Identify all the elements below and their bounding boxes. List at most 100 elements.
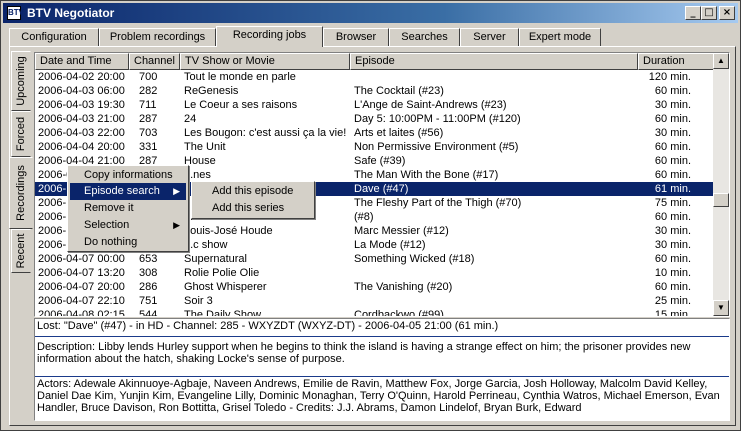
- table-cell: 700: [139, 71, 158, 83]
- table-cell: 61 min.: [654, 183, 691, 195]
- table-cell: 2006-04-07 22:10: [38, 295, 125, 307]
- table-cell: 2006-04-03 22:00: [38, 127, 125, 139]
- table-row[interactable]: 2006-04-07 00:00 653 Supernatural Something…: [35, 252, 713, 266]
- table-cell: 30 min.: [654, 99, 691, 111]
- table-row[interactable]: 2006-04-08 02:15 544 The Daily Show Cordbac…: [35, 308, 713, 317]
- table-row[interactable]: 2006-04-07 22:10 751 Soir 3 25 min.: [35, 294, 713, 308]
- table-cell: Ghost Whisperer: [184, 281, 267, 293]
- table-cell: Day 5: 10:00PM - 11:00PM (#120): [354, 113, 521, 125]
- table-cell: 75 min.: [654, 197, 691, 209]
- column-header-channel[interactable]: Channel: [129, 53, 180, 70]
- table-cell: The Cocktail (#23): [354, 85, 444, 97]
- details-pane: Lost: "Dave" (#47) - in HD - Channel: 28…: [34, 318, 730, 421]
- table-cell: 60 min.: [654, 113, 691, 125]
- table-row[interactable]: 2006-04-03 22:00 703 Les Bougon: c'est aus…: [35, 126, 713, 140]
- table-cell: 711: [139, 99, 157, 111]
- table-cell: 25 min.: [654, 295, 691, 307]
- column-header-show[interactable]: TV Show or Movie: [180, 53, 350, 70]
- tab-browser[interactable]: Browser: [323, 28, 389, 46]
- tab-expert-mode[interactable]: Expert mode: [519, 28, 601, 46]
- table-cell: 2006-04-07 13:20: [38, 267, 125, 279]
- side-tab-recent[interactable]: Recent: [11, 229, 31, 273]
- table-cell: 30 min.: [654, 225, 691, 237]
- tab-problem-recordings[interactable]: Problem recordings: [99, 28, 216, 46]
- scroll-thumb[interactable]: [713, 193, 729, 207]
- menu-item-copy-informations[interactable]: Copy informations: [70, 167, 186, 184]
- table-cell: The Unit: [184, 141, 226, 153]
- table-cell: 60 min.: [654, 85, 691, 97]
- menu-item-remove-it[interactable]: Remove it: [70, 200, 186, 217]
- menu-item-selection[interactable]: Selection ▶: [70, 217, 186, 234]
- table-cell: 2006-04-07 20:00: [38, 281, 125, 293]
- menu-item-label: Do nothing: [84, 236, 138, 248]
- table-cell: Louis-José Houde: [184, 225, 273, 237]
- table-cell: The Daily Show: [184, 309, 262, 317]
- table-cell: Something Wicked (#18): [354, 253, 475, 265]
- table-cell: 24: [184, 113, 197, 125]
- menu-item-label: Episode search: [84, 185, 160, 197]
- submenu-arrow-icon: ▶: [173, 220, 180, 230]
- table-cell: 30 min.: [654, 127, 691, 139]
- column-header-duration[interactable]: Duration: [638, 53, 714, 70]
- table-cell: 703: [139, 127, 158, 139]
- side-tab-recordings[interactable]: Recordings: [9, 157, 33, 229]
- scroll-down-button[interactable]: ▼: [713, 300, 729, 316]
- table-cell: Safe (#39): [354, 155, 406, 167]
- table-row[interactable]: 2006-04-03 21:00 287 24 Day 5: 10:00PM - 11…: [35, 112, 713, 126]
- column-header-date[interactable]: Date and Time: [35, 53, 129, 70]
- menu-item-add-this-series[interactable]: Add this series: [194, 200, 312, 217]
- table-row[interactable]: 2006-04-03 06:00 282 ReGenesis The Cocktail…: [35, 84, 713, 98]
- table-cell: Cordbackwo (#99): [354, 309, 444, 317]
- tab-searches[interactable]: Searches: [389, 28, 460, 46]
- table-cell: Non Permissive Environment (#5): [354, 141, 519, 153]
- side-tab-upcoming-label: Upcoming: [15, 56, 27, 106]
- table-cell: 286: [139, 281, 158, 293]
- tab-configuration[interactable]: Configuration: [9, 28, 99, 46]
- table-cell: ...nes: [184, 169, 211, 181]
- side-tab-recordings-label: Recordings: [15, 165, 27, 221]
- table-cell: Le Coeur a ses raisons: [184, 99, 298, 111]
- side-tab-recent-label: Recent: [15, 233, 27, 269]
- table-row[interactable]: 2006-04-04 20:00 331 The Unit Non Permissiv…: [35, 140, 713, 154]
- table-cell: 60 min.: [654, 281, 691, 293]
- table-cell: The Man With the Bone (#17): [354, 169, 499, 181]
- close-button[interactable]: ×: [719, 6, 735, 20]
- details-separator: [35, 336, 729, 337]
- table-cell: 287: [139, 113, 158, 125]
- table-row[interactable]: 2006-04-07 20:00 286 Ghost Whisperer The Va…: [35, 280, 713, 294]
- table-scrollbar[interactable]: ▲ ▼: [713, 53, 729, 316]
- table-cell: Dave (#47): [354, 183, 409, 195]
- table-row[interactable]: 2006-04-02 20:00 700 Tout le monde en parl…: [35, 70, 713, 84]
- table-cell: ...c show: [184, 239, 228, 251]
- column-header-episode[interactable]: Episode: [350, 53, 638, 70]
- menu-item-label: Copy informations: [84, 169, 173, 181]
- table-cell: Supernatural: [184, 253, 247, 265]
- title-bar[interactable]: BTV BTV Negotiator _ □ ×: [3, 3, 738, 23]
- table-cell: The Fleshy Part of the Thigh (#70): [354, 197, 522, 209]
- menu-item-episode-search[interactable]: Episode search ▶: [70, 183, 186, 200]
- table-cell: Arts et laites (#56): [354, 127, 444, 139]
- details-description: Description: Libby lends Hurley support …: [37, 341, 691, 365]
- side-tab-forced-label: Forced: [15, 116, 27, 152]
- side-tab-forced[interactable]: Forced: [11, 111, 31, 157]
- tab-server[interactable]: Server: [460, 28, 519, 46]
- side-tab-upcoming[interactable]: Upcoming: [11, 51, 31, 111]
- menu-item-add-this-episode[interactable]: Add this episode: [194, 183, 312, 200]
- menu-item-do-nothing[interactable]: Do nothing: [70, 234, 186, 251]
- table-row[interactable]: 2006-04-07 13:20 308 Rolie Polie Olie 10 mi…: [35, 266, 713, 280]
- tab-recording-jobs[interactable]: Recording jobs: [216, 26, 323, 47]
- table-cell: 60 min.: [654, 169, 691, 181]
- maximize-button[interactable]: □: [701, 6, 717, 20]
- table-cell: The Vanishing (#20): [354, 281, 453, 293]
- scroll-up-button[interactable]: ▲: [713, 53, 729, 69]
- details-lost-line: Lost: "Dave" (#47) - in HD - Channel: 28…: [37, 320, 499, 332]
- table-cell: 60 min.: [654, 155, 691, 167]
- table-cell: L'Ange de Saint-Andrews (#23): [354, 99, 507, 111]
- minimize-button[interactable]: _: [685, 6, 701, 20]
- table-cell: Soir 3: [184, 295, 213, 307]
- table-cell: 120 min.: [648, 71, 691, 83]
- details-actors: Actors: Adewale Akinnuoye-Agbaje, Naveen…: [37, 378, 720, 414]
- table-row[interactable]: 2006-04-03 19:30 711 Le Coeur a ses raison…: [35, 98, 713, 112]
- table-cell: 2006-04-04 20:00: [38, 141, 125, 153]
- table-cell: 331: [139, 141, 158, 153]
